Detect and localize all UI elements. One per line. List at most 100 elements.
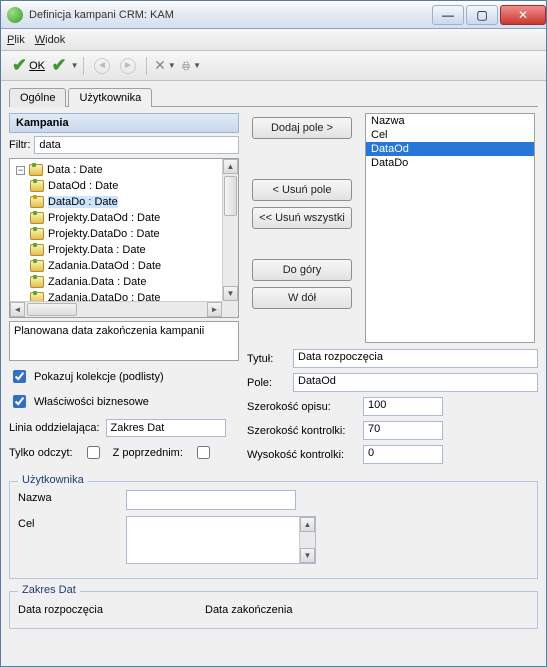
add-field-button[interactable]: Dodaj pole > [252, 117, 352, 139]
ok-dropdown[interactable]: ✔ ▼ [54, 55, 76, 77]
tree-node[interactable]: DataOd : Date [12, 178, 236, 194]
tree-node-label: Projekty.Data : Date [48, 244, 146, 256]
maximize-button[interactable]: ▢ [466, 5, 498, 25]
readonly-label: Tylko odczyt: [9, 447, 73, 459]
ctrl-height-label: Wysokość kontrolki: [247, 449, 357, 461]
filter-label: Filtr: [9, 139, 30, 151]
goal-label: Cel [18, 516, 118, 530]
scroll-left-icon[interactable]: ◄ [10, 302, 25, 317]
tree-node[interactable]: Zadania.Data : Date [12, 274, 236, 290]
biz-props-checkbox[interactable] [13, 395, 26, 408]
app-window: Definicja kampani CRM: KAM — ▢ ✕ Plik Wi… [0, 0, 547, 667]
tree-node-label: Zadania.Data : Date [48, 276, 146, 288]
tree-node-label: DataDo : Date [48, 196, 118, 208]
tree-hscrollbar[interactable]: ◄ ► [10, 301, 222, 317]
scroll-down-icon[interactable]: ▼ [223, 286, 238, 301]
tab-general[interactable]: Ogólne [9, 88, 66, 107]
tree-node[interactable]: Projekty.DataDo : Date [12, 226, 236, 242]
list-item[interactable]: DataOd [366, 142, 534, 156]
tools-button[interactable]: ✕▼ [154, 55, 176, 77]
collapse-icon[interactable]: − [16, 166, 25, 175]
scroll-down-icon[interactable]: ▼ [300, 548, 315, 563]
show-collections-checkbox[interactable] [13, 370, 26, 383]
ctrl-width-input[interactable]: 70 [363, 421, 443, 440]
check-icon: ✔ [12, 55, 27, 76]
tree-node[interactable]: Projekty.DataOd : Date [12, 210, 236, 226]
field-tree[interactable]: − Data : Date DataOd : Date DataDo : Date Pr… [9, 158, 239, 318]
separator [83, 57, 84, 75]
scroll-corner [222, 301, 238, 317]
move-up-button[interactable]: Do góry [252, 259, 352, 281]
tree-node[interactable]: − Data : Date [12, 162, 236, 178]
with-prev-label: Z poprzednim: [113, 447, 183, 459]
menu-file[interactable]: Plik [7, 34, 25, 46]
chevron-down-icon: ▼ [71, 61, 79, 70]
tree-node-label: Data : Date [47, 164, 103, 176]
separator-line-label: Linia oddzielająca: [9, 422, 100, 434]
readonly-checkbox[interactable] [87, 446, 100, 459]
tree-vscrollbar[interactable]: ▲ ▼ [222, 159, 238, 301]
tab-user[interactable]: Użytkownika [68, 88, 152, 107]
desc-width-label: Szerokość opisu: [247, 401, 357, 413]
field-icon [30, 276, 44, 288]
show-collections-label: Pokazuj kolekcje (podlisty) [34, 371, 164, 383]
field-icon [30, 196, 44, 208]
check-icon: ✔ [52, 55, 67, 76]
titlebar: Definicja kampani CRM: KAM — ▢ ✕ [1, 1, 546, 29]
scroll-up-icon[interactable]: ▲ [300, 517, 315, 532]
print-button[interactable]: ▼ [180, 55, 202, 77]
title-value[interactable]: Data rozpoczęcia [293, 349, 538, 368]
tree-node[interactable]: Projekty.Data : Date [12, 242, 236, 258]
scroll-thumb[interactable] [27, 303, 77, 316]
date-to-input[interactable] [300, 600, 370, 620]
minimize-button[interactable]: — [432, 5, 464, 25]
close-button[interactable]: ✕ [500, 5, 546, 25]
scroll-right-icon[interactable]: ► [207, 302, 222, 317]
selected-fields-list[interactable]: NazwaCelDataOdDataDo [365, 113, 535, 343]
ctrl-height-input[interactable]: 0 [363, 445, 443, 464]
scroll-up-icon[interactable]: ▲ [223, 159, 238, 174]
move-down-button[interactable]: W dół [252, 287, 352, 309]
separator-line-input[interactable] [106, 419, 226, 437]
section-header: Kampania [9, 113, 239, 133]
filter-input[interactable] [34, 136, 239, 154]
tree-node-label: Projekty.DataOd : Date [48, 212, 160, 224]
description-box: Planowana data zakończenia kampanii [9, 321, 239, 361]
goal-textarea[interactable]: ▲ ▼ [126, 516, 316, 564]
field-icon [30, 228, 44, 240]
field-icon [30, 244, 44, 256]
nav-back-button[interactable]: ◄ [91, 55, 113, 77]
name-input[interactable] [126, 490, 296, 510]
dates-fieldset: Zakres Dat Data rozpoczęcia Data zakończ… [9, 591, 538, 629]
field-icon [30, 260, 44, 272]
separator [146, 57, 147, 75]
user-fieldset: Użytkownika Nazwa Cel ▲ ▼ [9, 481, 538, 579]
field-icon [30, 212, 44, 224]
textarea-scrollbar[interactable]: ▲ ▼ [299, 517, 315, 563]
list-item[interactable]: Cel [366, 128, 534, 142]
dates-legend: Zakres Dat [18, 584, 80, 596]
scroll-thumb[interactable] [224, 176, 237, 216]
ok-button[interactable]: ✔ OK [7, 55, 50, 77]
biz-props-label: Właściwości biznesowe [34, 396, 149, 408]
with-prev-checkbox[interactable] [197, 446, 210, 459]
tree-node[interactable]: Zadania.DataOd : Date [12, 258, 236, 274]
remove-field-button[interactable]: < Usuń pole [252, 179, 352, 201]
window-title: Definicja kampani CRM: KAM [29, 9, 430, 21]
printer-icon [181, 59, 191, 73]
date-to-label: Data zakończenia [205, 604, 292, 616]
field-icon [30, 180, 44, 192]
tree-node-label: Projekty.DataDo : Date [48, 228, 160, 240]
toolbar: ✔ OK ✔ ▼ ◄ ► ✕▼ ▼ [1, 51, 546, 81]
menu-view[interactable]: Widok [35, 34, 66, 46]
date-from-input[interactable] [111, 600, 181, 620]
field-icon [29, 164, 43, 176]
tree-node-label: Zadania.DataOd : Date [48, 260, 161, 272]
nav-forward-button[interactable]: ► [117, 55, 139, 77]
list-item[interactable]: DataDo [366, 156, 534, 170]
desc-width-input[interactable]: 100 [363, 397, 443, 416]
tree-node[interactable]: DataDo : Date [12, 194, 236, 210]
content: Ogólne Użytkownika Kampania Filtr: − Data… [1, 81, 546, 666]
remove-all-button[interactable]: << Usuń wszystki [252, 207, 352, 229]
list-item[interactable]: Nazwa [366, 114, 534, 128]
